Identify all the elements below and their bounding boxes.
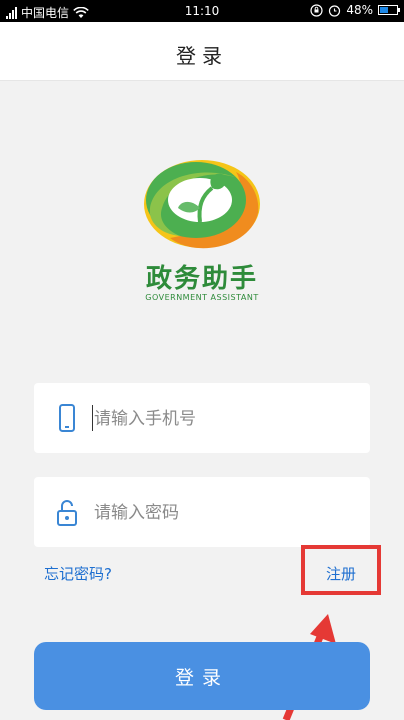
battery-icon [378, 5, 400, 15]
app-name: 政务助手 [145, 264, 258, 294]
forgot-password-link[interactable]: 忘记密码? [44, 563, 112, 584]
status-right: 48% [310, 3, 400, 17]
lock-icon [57, 500, 77, 526]
password-field[interactable] [34, 477, 370, 547]
battery-percent: 48% [346, 3, 373, 17]
app-logo-icon [144, 160, 260, 249]
alarm-icon [329, 4, 341, 17]
highlight-box [301, 545, 381, 595]
phone-input[interactable] [92, 403, 356, 435]
password-input[interactable] [92, 497, 356, 529]
phone-field[interactable] [34, 383, 370, 453]
page-title: 登录 [176, 44, 228, 68]
lock-rotation-icon [310, 3, 323, 17]
app-subtitle: GOVERNMENT ASSISTANT [145, 293, 259, 302]
status-bar: 中国电信 11:10 48% [0, 0, 404, 22]
text-cursor [92, 405, 93, 431]
phone-icon [59, 404, 75, 432]
login-button[interactable]: 登录 [34, 642, 370, 710]
header-bar: 登录 [0, 22, 404, 81]
